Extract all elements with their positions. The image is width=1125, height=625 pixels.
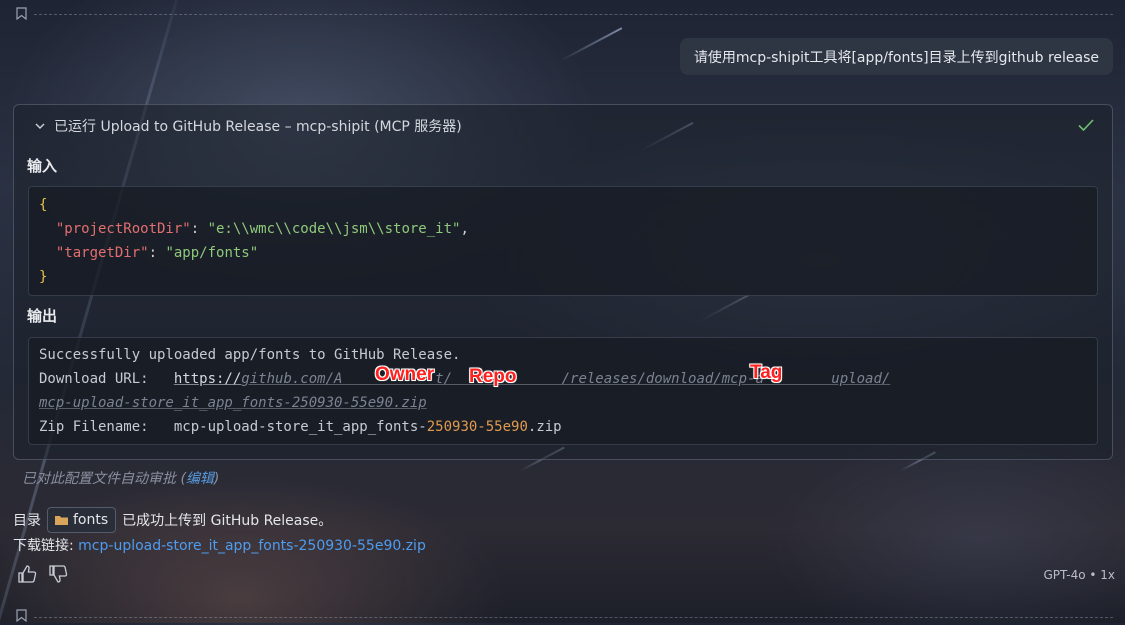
tool-call-title: 已运行 Upload to GitHub Release – mcp-shipi…: [54, 119, 462, 135]
json-key-project-root: "projectRootDir": [55, 221, 191, 237]
output-url-label: Download URL:: [39, 371, 174, 387]
folder-icon: [55, 516, 68, 525]
auto-approve-text: 已对此配置文件自动审批 (: [22, 471, 186, 487]
download-label: 下载链接:: [13, 538, 79, 554]
input-code-block: { "projectRootDir": "e:\\wmc\\code\\jsm\…: [28, 186, 1098, 296]
output-zip-date: 250930-55e90: [426, 419, 528, 435]
message-divider: [34, 617, 1113, 618]
output-url-link[interactable]: github.com/A t/ /releases/download/mcp-a…: [241, 371, 890, 387]
folder-chip-label: fonts: [73, 512, 109, 528]
check-icon: [1078, 119, 1094, 132]
json-value-target-dir: "app/fonts": [165, 245, 259, 261]
model-indicator[interactable]: GPT-4o • 1x: [1043, 568, 1115, 582]
input-section-label: 输入: [27, 157, 58, 175]
output-url-prefix[interactable]: https://: [174, 371, 241, 387]
json-open-brace: {: [39, 197, 48, 213]
background-streak: [559, 27, 623, 62]
edit-config-link[interactable]: 编辑: [186, 471, 214, 487]
output-zip-ext: .zip: [527, 419, 562, 435]
message-divider: [34, 14, 1113, 15]
thumbs-down-icon[interactable]: [48, 564, 68, 584]
output-url-continued[interactable]: mcp-upload-store_it_app_fonts-250930-55e…: [39, 395, 427, 411]
answer-suffix: 已成功上传到 GitHub Release。: [122, 513, 333, 529]
auto-approve-close: ): [213, 471, 220, 487]
user-message: 请使用mcp-shipit工具将[app/fonts]目录上传到github r…: [679, 38, 1113, 75]
output-code-block: Successfully uploaded app/fonts to GitHu…: [28, 337, 1098, 445]
download-link[interactable]: mcp-upload-store_it_app_fonts-250930-55e…: [78, 538, 426, 554]
output-section-label: 输出: [27, 307, 58, 325]
annotation-repo: Repo: [469, 366, 517, 387]
answer-prefix: 目录: [13, 513, 41, 529]
chevron-down-icon: [35, 123, 45, 129]
thumbs-up-icon[interactable]: [17, 564, 37, 584]
output-zip-name: mcp-upload-store_it_app_fonts-: [173, 419, 427, 435]
json-key-target-dir: "targetDir": [55, 245, 149, 261]
answer-line: 目录 fonts 已成功上传到 GitHub Release。: [13, 507, 332, 533]
download-line: 下载链接: mcp-upload-store_it_app_fonts-2509…: [13, 535, 426, 555]
output-zip-label: Zip Filename:: [39, 419, 174, 435]
bookmark-icon[interactable]: [16, 7, 27, 20]
tool-call-header[interactable]: 已运行 Upload to GitHub Release – mcp-shipi…: [34, 116, 462, 136]
json-close-brace: }: [39, 269, 48, 285]
folder-chip[interactable]: fonts: [47, 507, 117, 533]
annotation-owner: Owner: [375, 364, 435, 385]
json-value-project-root: "e:\\wmc\\code\\jsm\\store_it": [207, 221, 461, 237]
annotation-tag: Tag: [750, 362, 783, 383]
output-success-line: Successfully uploaded app/fonts to GitHu…: [39, 347, 461, 363]
auto-approve-note: 已对此配置文件自动审批 (编辑): [22, 468, 219, 488]
bookmark-icon[interactable]: [16, 609, 27, 622]
tool-call-card: 已运行 Upload to GitHub Release – mcp-shipi…: [13, 104, 1113, 460]
